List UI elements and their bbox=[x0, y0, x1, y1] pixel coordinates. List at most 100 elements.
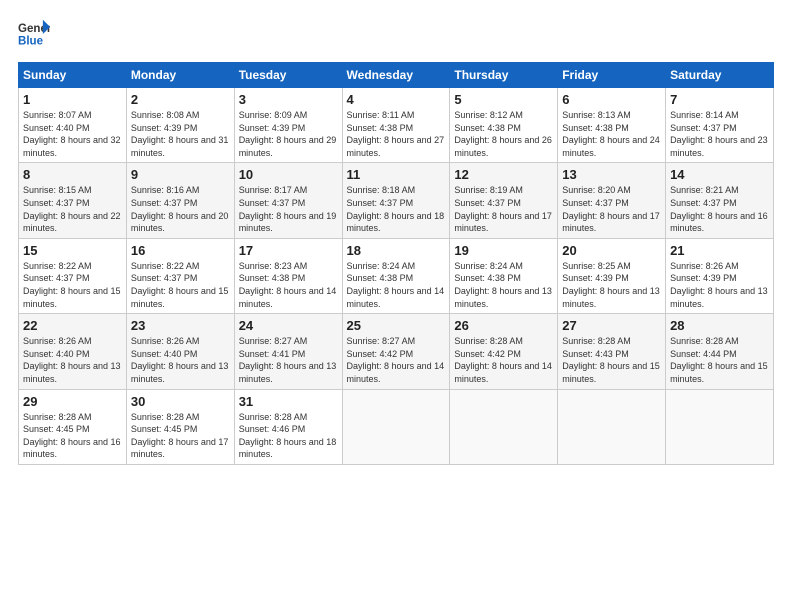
day-info: Sunrise: 8:27 AM Sunset: 4:41 PM Dayligh… bbox=[239, 335, 338, 385]
day-info: Sunrise: 8:23 AM Sunset: 4:38 PM Dayligh… bbox=[239, 260, 338, 310]
day-info: Sunrise: 8:09 AM Sunset: 4:39 PM Dayligh… bbox=[239, 109, 338, 159]
day-number: 24 bbox=[239, 318, 338, 333]
day-info: Sunrise: 8:15 AM Sunset: 4:37 PM Dayligh… bbox=[23, 184, 122, 234]
day-info: Sunrise: 8:28 AM Sunset: 4:45 PM Dayligh… bbox=[131, 411, 230, 461]
calendar-cell: 20 Sunrise: 8:25 AM Sunset: 4:39 PM Dayl… bbox=[558, 238, 666, 313]
day-info: Sunrise: 8:12 AM Sunset: 4:38 PM Dayligh… bbox=[454, 109, 553, 159]
day-info: Sunrise: 8:13 AM Sunset: 4:38 PM Dayligh… bbox=[562, 109, 661, 159]
weekday-header: Friday bbox=[558, 63, 666, 88]
calendar-cell: 10 Sunrise: 8:17 AM Sunset: 4:37 PM Dayl… bbox=[234, 163, 342, 238]
calendar-cell: 13 Sunrise: 8:20 AM Sunset: 4:37 PM Dayl… bbox=[558, 163, 666, 238]
day-info: Sunrise: 8:28 AM Sunset: 4:42 PM Dayligh… bbox=[454, 335, 553, 385]
day-info: Sunrise: 8:20 AM Sunset: 4:37 PM Dayligh… bbox=[562, 184, 661, 234]
day-number: 6 bbox=[562, 92, 661, 107]
day-number: 29 bbox=[23, 394, 122, 409]
calendar-cell: 16 Sunrise: 8:22 AM Sunset: 4:37 PM Dayl… bbox=[126, 238, 234, 313]
day-number: 14 bbox=[670, 167, 769, 182]
calendar-cell: 28 Sunrise: 8:28 AM Sunset: 4:44 PM Dayl… bbox=[666, 314, 774, 389]
day-number: 18 bbox=[347, 243, 446, 258]
calendar-cell: 27 Sunrise: 8:28 AM Sunset: 4:43 PM Dayl… bbox=[558, 314, 666, 389]
day-number: 23 bbox=[131, 318, 230, 333]
day-info: Sunrise: 8:26 AM Sunset: 4:39 PM Dayligh… bbox=[670, 260, 769, 310]
calendar-cell: 15 Sunrise: 8:22 AM Sunset: 4:37 PM Dayl… bbox=[19, 238, 127, 313]
calendar-cell: 31 Sunrise: 8:28 AM Sunset: 4:46 PM Dayl… bbox=[234, 389, 342, 464]
calendar-cell: 21 Sunrise: 8:26 AM Sunset: 4:39 PM Dayl… bbox=[666, 238, 774, 313]
day-number: 17 bbox=[239, 243, 338, 258]
calendar-cell: 25 Sunrise: 8:27 AM Sunset: 4:42 PM Dayl… bbox=[342, 314, 450, 389]
day-number: 5 bbox=[454, 92, 553, 107]
day-number: 11 bbox=[347, 167, 446, 182]
calendar-cell bbox=[666, 389, 774, 464]
day-info: Sunrise: 8:07 AM Sunset: 4:40 PM Dayligh… bbox=[23, 109, 122, 159]
day-number: 27 bbox=[562, 318, 661, 333]
day-number: 3 bbox=[239, 92, 338, 107]
day-number: 2 bbox=[131, 92, 230, 107]
day-info: Sunrise: 8:28 AM Sunset: 4:45 PM Dayligh… bbox=[23, 411, 122, 461]
logo: General Blue bbox=[18, 18, 50, 50]
calendar-cell: 7 Sunrise: 8:14 AM Sunset: 4:37 PM Dayli… bbox=[666, 88, 774, 163]
day-info: Sunrise: 8:22 AM Sunset: 4:37 PM Dayligh… bbox=[131, 260, 230, 310]
day-info: Sunrise: 8:27 AM Sunset: 4:42 PM Dayligh… bbox=[347, 335, 446, 385]
calendar-cell: 3 Sunrise: 8:09 AM Sunset: 4:39 PM Dayli… bbox=[234, 88, 342, 163]
calendar-cell: 18 Sunrise: 8:24 AM Sunset: 4:38 PM Dayl… bbox=[342, 238, 450, 313]
calendar-cell: 24 Sunrise: 8:27 AM Sunset: 4:41 PM Dayl… bbox=[234, 314, 342, 389]
day-number: 15 bbox=[23, 243, 122, 258]
weekday-header: Sunday bbox=[19, 63, 127, 88]
calendar-cell: 30 Sunrise: 8:28 AM Sunset: 4:45 PM Dayl… bbox=[126, 389, 234, 464]
day-number: 16 bbox=[131, 243, 230, 258]
calendar-cell: 19 Sunrise: 8:24 AM Sunset: 4:38 PM Dayl… bbox=[450, 238, 558, 313]
calendar-cell: 26 Sunrise: 8:28 AM Sunset: 4:42 PM Dayl… bbox=[450, 314, 558, 389]
calendar-cell: 29 Sunrise: 8:28 AM Sunset: 4:45 PM Dayl… bbox=[19, 389, 127, 464]
day-info: Sunrise: 8:11 AM Sunset: 4:38 PM Dayligh… bbox=[347, 109, 446, 159]
calendar-cell: 1 Sunrise: 8:07 AM Sunset: 4:40 PM Dayli… bbox=[19, 88, 127, 163]
calendar-cell bbox=[342, 389, 450, 464]
day-info: Sunrise: 8:17 AM Sunset: 4:37 PM Dayligh… bbox=[239, 184, 338, 234]
day-number: 25 bbox=[347, 318, 446, 333]
calendar-cell: 14 Sunrise: 8:21 AM Sunset: 4:37 PM Dayl… bbox=[666, 163, 774, 238]
weekday-header: Wednesday bbox=[342, 63, 450, 88]
calendar-cell bbox=[450, 389, 558, 464]
weekday-header: Saturday bbox=[666, 63, 774, 88]
svg-text:Blue: Blue bbox=[18, 36, 44, 48]
calendar-cell: 23 Sunrise: 8:26 AM Sunset: 4:40 PM Dayl… bbox=[126, 314, 234, 389]
day-info: Sunrise: 8:22 AM Sunset: 4:37 PM Dayligh… bbox=[23, 260, 122, 310]
day-info: Sunrise: 8:16 AM Sunset: 4:37 PM Dayligh… bbox=[131, 184, 230, 234]
day-number: 4 bbox=[347, 92, 446, 107]
day-info: Sunrise: 8:25 AM Sunset: 4:39 PM Dayligh… bbox=[562, 260, 661, 310]
day-number: 30 bbox=[131, 394, 230, 409]
day-number: 10 bbox=[239, 167, 338, 182]
day-info: Sunrise: 8:18 AM Sunset: 4:37 PM Dayligh… bbox=[347, 184, 446, 234]
day-number: 1 bbox=[23, 92, 122, 107]
calendar-cell: 6 Sunrise: 8:13 AM Sunset: 4:38 PM Dayli… bbox=[558, 88, 666, 163]
calendar-cell: 5 Sunrise: 8:12 AM Sunset: 4:38 PM Dayli… bbox=[450, 88, 558, 163]
calendar-cell: 22 Sunrise: 8:26 AM Sunset: 4:40 PM Dayl… bbox=[19, 314, 127, 389]
day-info: Sunrise: 8:26 AM Sunset: 4:40 PM Dayligh… bbox=[23, 335, 122, 385]
day-number: 12 bbox=[454, 167, 553, 182]
weekday-header: Tuesday bbox=[234, 63, 342, 88]
calendar-cell: 11 Sunrise: 8:18 AM Sunset: 4:37 PM Dayl… bbox=[342, 163, 450, 238]
day-number: 7 bbox=[670, 92, 769, 107]
calendar-cell: 12 Sunrise: 8:19 AM Sunset: 4:37 PM Dayl… bbox=[450, 163, 558, 238]
weekday-header: Monday bbox=[126, 63, 234, 88]
calendar-cell: 2 Sunrise: 8:08 AM Sunset: 4:39 PM Dayli… bbox=[126, 88, 234, 163]
day-number: 22 bbox=[23, 318, 122, 333]
day-number: 26 bbox=[454, 318, 553, 333]
calendar-cell: 9 Sunrise: 8:16 AM Sunset: 4:37 PM Dayli… bbox=[126, 163, 234, 238]
day-number: 28 bbox=[670, 318, 769, 333]
day-number: 31 bbox=[239, 394, 338, 409]
day-info: Sunrise: 8:28 AM Sunset: 4:46 PM Dayligh… bbox=[239, 411, 338, 461]
day-number: 8 bbox=[23, 167, 122, 182]
calendar-cell bbox=[558, 389, 666, 464]
calendar-cell: 17 Sunrise: 8:23 AM Sunset: 4:38 PM Dayl… bbox=[234, 238, 342, 313]
day-info: Sunrise: 8:08 AM Sunset: 4:39 PM Dayligh… bbox=[131, 109, 230, 159]
day-info: Sunrise: 8:24 AM Sunset: 4:38 PM Dayligh… bbox=[347, 260, 446, 310]
calendar-table: SundayMondayTuesdayWednesdayThursdayFrid… bbox=[18, 62, 774, 465]
header: General Blue bbox=[18, 18, 774, 50]
day-number: 9 bbox=[131, 167, 230, 182]
page: General Blue SundayMondayTuesdayWednesda… bbox=[0, 0, 792, 475]
weekday-header: Thursday bbox=[450, 63, 558, 88]
calendar-cell: 8 Sunrise: 8:15 AM Sunset: 4:37 PM Dayli… bbox=[19, 163, 127, 238]
day-info: Sunrise: 8:24 AM Sunset: 4:38 PM Dayligh… bbox=[454, 260, 553, 310]
day-info: Sunrise: 8:14 AM Sunset: 4:37 PM Dayligh… bbox=[670, 109, 769, 159]
day-number: 19 bbox=[454, 243, 553, 258]
